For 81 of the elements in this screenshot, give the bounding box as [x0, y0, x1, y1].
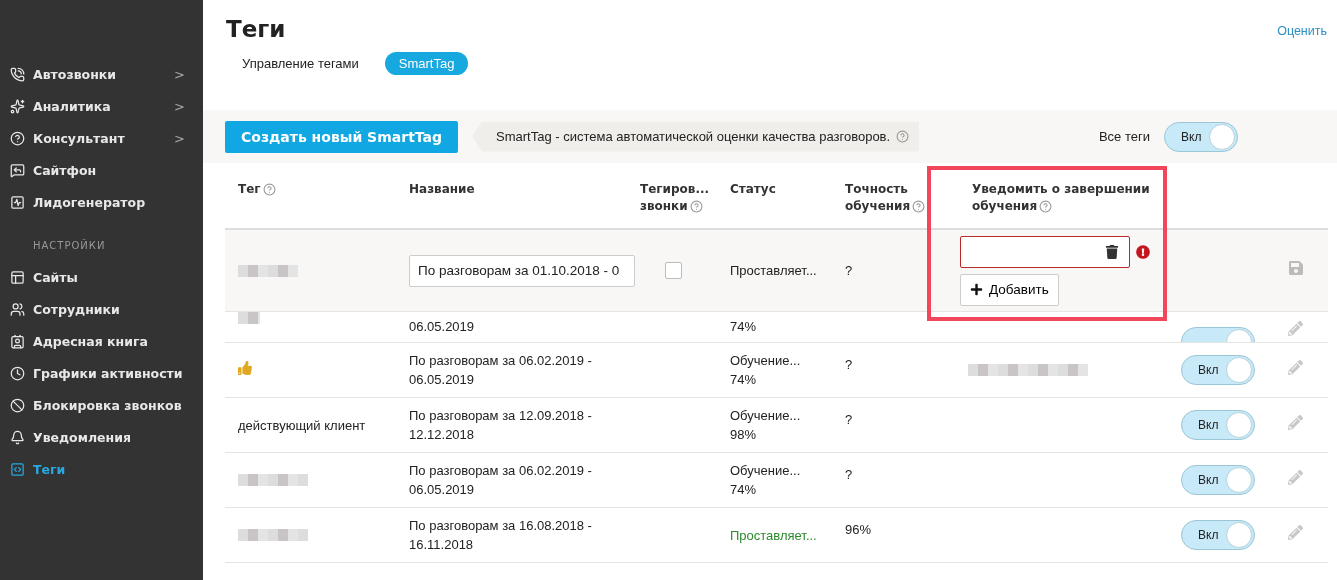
- users-icon: [10, 301, 25, 317]
- plus-icon: [970, 283, 983, 296]
- column-header: Название: [409, 181, 476, 198]
- column-header: Статус: [730, 181, 777, 198]
- code-icon: [10, 461, 25, 477]
- all-tags-label: Все теги: [1098, 129, 1150, 144]
- contact-icon: [10, 333, 25, 349]
- column-header: Тегиров... звонки: [640, 181, 711, 215]
- sidebar-item[interactable]: Уведомления: [0, 421, 203, 453]
- page-title: Теги: [226, 16, 287, 42]
- chat-icon: [10, 162, 25, 178]
- sparkles-icon: [10, 98, 25, 114]
- sidebar-item[interactable]: Адресная книга: [0, 325, 203, 357]
- column-header: Уведомить о завершении обучения: [971, 181, 1151, 215]
- table-icon: [10, 269, 25, 285]
- help-icon: [10, 130, 25, 146]
- sidebar-item[interactable]: Блокировка звонков: [0, 389, 203, 421]
- sidebar-item[interactable]: Аналитика >: [0, 90, 203, 122]
- help-icon[interactable]: [689, 200, 703, 213]
- toggle-switch[interactable]: Вкл: [1181, 520, 1255, 550]
- accuracy-text: ?: [845, 262, 854, 280]
- status-text: Обучение... 98%: [730, 407, 802, 444]
- status-text: Обучение... 74%: [730, 352, 802, 389]
- pencil-icon[interactable]: [1288, 525, 1303, 540]
- add-button[interactable]: Добавить: [960, 273, 1059, 306]
- accuracy-text: 96%: [845, 521, 873, 539]
- redacted-text-mark: [238, 474, 308, 486]
- name-input[interactable]: По разговорам за 01.10.2018 - 0: [409, 254, 635, 287]
- redacted-text-mark: [238, 529, 308, 541]
- sidebar-item[interactable]: Теги: [0, 453, 203, 485]
- sidebar-item[interactable]: Лидогенератор: [0, 186, 203, 218]
- checkbox[interactable]: [665, 262, 682, 279]
- accuracy-text: ?: [845, 356, 854, 374]
- redacted-text-mark: [238, 312, 260, 324]
- name-text: По разговорам за 12.09.2018 - 12.12.2018: [409, 407, 593, 444]
- info-text: SmartTag - система автоматической оценки качества разговоров.: [496, 129, 891, 144]
- help-icon[interactable]: [262, 183, 276, 196]
- help-icon[interactable]: [1039, 200, 1053, 213]
- status-text: Проставляет...: [730, 262, 818, 280]
- sidebar-item[interactable]: Сайты: [0, 261, 203, 293]
- pencil-icon[interactable]: [1288, 321, 1303, 336]
- status-text: Обучение... 74%: [730, 462, 802, 499]
- sidebar-item[interactable]: Сайтфон: [0, 154, 203, 186]
- name-text: 06.05.2019: [409, 318, 476, 336]
- sidebar-item[interactable]: Графики активности: [0, 357, 203, 389]
- pencil-icon[interactable]: [1288, 360, 1303, 375]
- tab[interactable]: Управление тегами: [228, 52, 373, 75]
- sidebar-item[interactable]: Автозвонки >: [0, 58, 203, 90]
- rate-link[interactable]: Оценить: [1277, 24, 1327, 94]
- name-text: По разговорам за 16.08.2018 - 16.11.2018: [409, 517, 593, 554]
- sidebar-item[interactable]: Консультант >: [0, 122, 203, 154]
- help-icon[interactable]: [896, 130, 910, 143]
- bell-icon: [10, 429, 25, 445]
- phone-icon: [10, 66, 25, 82]
- toggle-switch[interactable]: Вкл: [1181, 465, 1255, 495]
- bolt-icon: [10, 194, 25, 210]
- status-text: Проставляет...: [730, 526, 818, 545]
- error-icon: [1136, 244, 1150, 259]
- sidebar-item[interactable]: Сотрудники: [0, 293, 203, 325]
- toggle-switch[interactable]: Вкл: [1181, 355, 1255, 385]
- name-text: По разговорам за 06.02.2019 - 06.05.2019: [409, 352, 593, 389]
- pencil-icon[interactable]: [1288, 415, 1303, 430]
- column-header: Точность обучения: [845, 181, 958, 215]
- column-header: Тег: [238, 181, 409, 198]
- toggle-switch[interactable]: Вкл: [1164, 121, 1238, 152]
- redacted-text-mark: [238, 264, 298, 277]
- status-text: 74%: [730, 318, 758, 336]
- toggle-switch[interactable]: Вкл: [1181, 410, 1255, 440]
- clock-icon: [10, 365, 25, 381]
- pencil-icon[interactable]: [1288, 470, 1303, 485]
- save-icon[interactable]: [1288, 260, 1304, 276]
- ban-icon: [10, 397, 25, 413]
- accuracy-text: ?: [845, 411, 854, 429]
- help-icon[interactable]: [912, 200, 926, 213]
- accuracy-text: ?: [845, 466, 854, 484]
- section-heading: НАСТРОЙКИ: [32, 238, 107, 253]
- name-text: По разговорам за 06.02.2019 - 06.05.2019: [409, 462, 593, 499]
- trash-icon[interactable]: [1105, 244, 1119, 259]
- tag-text: действующий клиент: [238, 417, 366, 433]
- thumbs-up-icon: [238, 360, 252, 375]
- email-input[interactable]: [960, 235, 1130, 268]
